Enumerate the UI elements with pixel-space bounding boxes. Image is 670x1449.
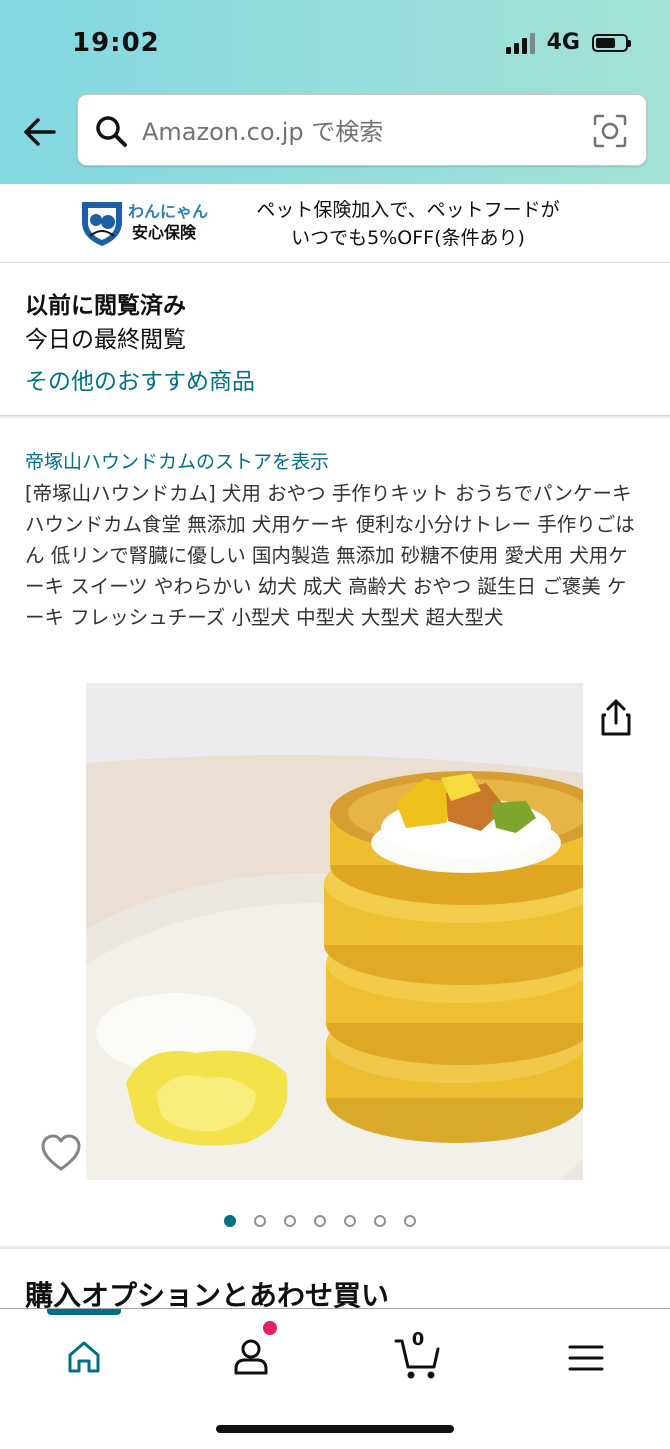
banner-text-line1: ペット保険加入で、ペットフードが (256, 199, 560, 221)
pagination-dot[interactable] (374, 1215, 386, 1227)
banner-brand-line2: 安心保険 (132, 223, 197, 242)
banner-brand-line1: わんにゃん (128, 202, 209, 221)
battery-icon (592, 33, 631, 52)
active-tab-indicator (47, 1309, 121, 1315)
insurance-banner[interactable]: わんにゃん 安心保険 ペット保険加入で、ペットフードが いつでも5%OFF(条件… (0, 184, 670, 263)
product-title: [帝塚山ハウンドカム] 犬用 おやつ 手作りキット おうちでパンケーキ ハウンド… (25, 482, 635, 629)
search-icon[interactable] (94, 114, 128, 148)
signal-icon (505, 32, 535, 54)
back-arrow-icon[interactable] (20, 112, 60, 152)
cart-button[interactable]: 0 (388, 1327, 448, 1387)
home-icon[interactable] (54, 1327, 114, 1387)
heart-icon[interactable] (40, 1133, 82, 1175)
section-separator (0, 1246, 670, 1249)
camera-search-icon[interactable] (592, 113, 628, 149)
pagination-dot[interactable] (254, 1215, 266, 1227)
pagination-dot[interactable] (224, 1215, 236, 1227)
status-time: 19:02 (72, 28, 160, 58)
banner-brand: わんにゃん 安心保険 (128, 202, 208, 244)
store-link[interactable]: 帝塚山ハウンドカムのストアを表示 (25, 447, 329, 474)
pagination-dot[interactable] (344, 1215, 356, 1227)
more-recommendations-link[interactable]: その他のおすすめ商品 (25, 362, 255, 396)
home-indicator (216, 1425, 454, 1433)
pagination-dot[interactable] (314, 1215, 326, 1227)
section-divider (0, 416, 670, 418)
product-image[interactable] (86, 683, 583, 1180)
recently-viewed-subtitle: 今日の最終閲覧 (25, 327, 186, 353)
pancake-photo (86, 683, 583, 1180)
status-icons: 4G (505, 30, 631, 55)
pagination-dot[interactable] (404, 1215, 416, 1227)
cart-count: 0 (411, 1329, 425, 1350)
share-icon[interactable] (598, 697, 634, 737)
pagination-dot[interactable] (284, 1215, 296, 1227)
search-bar[interactable] (77, 94, 647, 166)
recently-viewed-title: 以前に閲覧済み (25, 293, 186, 319)
image-pagination (224, 1215, 416, 1227)
network-label: 4G (546, 30, 580, 55)
banner-text: ペット保険加入で、ペットフードが いつでも5%OFF(条件あり) (248, 196, 568, 252)
banner-text-line2: いつでも5%OFF(条件あり) (291, 227, 525, 249)
menu-icon[interactable] (556, 1327, 616, 1387)
app-header: 19:02 4G (0, 0, 670, 184)
notification-dot (261, 1319, 279, 1337)
pet-insurance-logo (82, 202, 122, 246)
recently-viewed-section: 以前に閲覧済み 今日の最終閲覧 その他のおすすめ商品 (0, 263, 670, 416)
search-input[interactable] (140, 111, 584, 153)
